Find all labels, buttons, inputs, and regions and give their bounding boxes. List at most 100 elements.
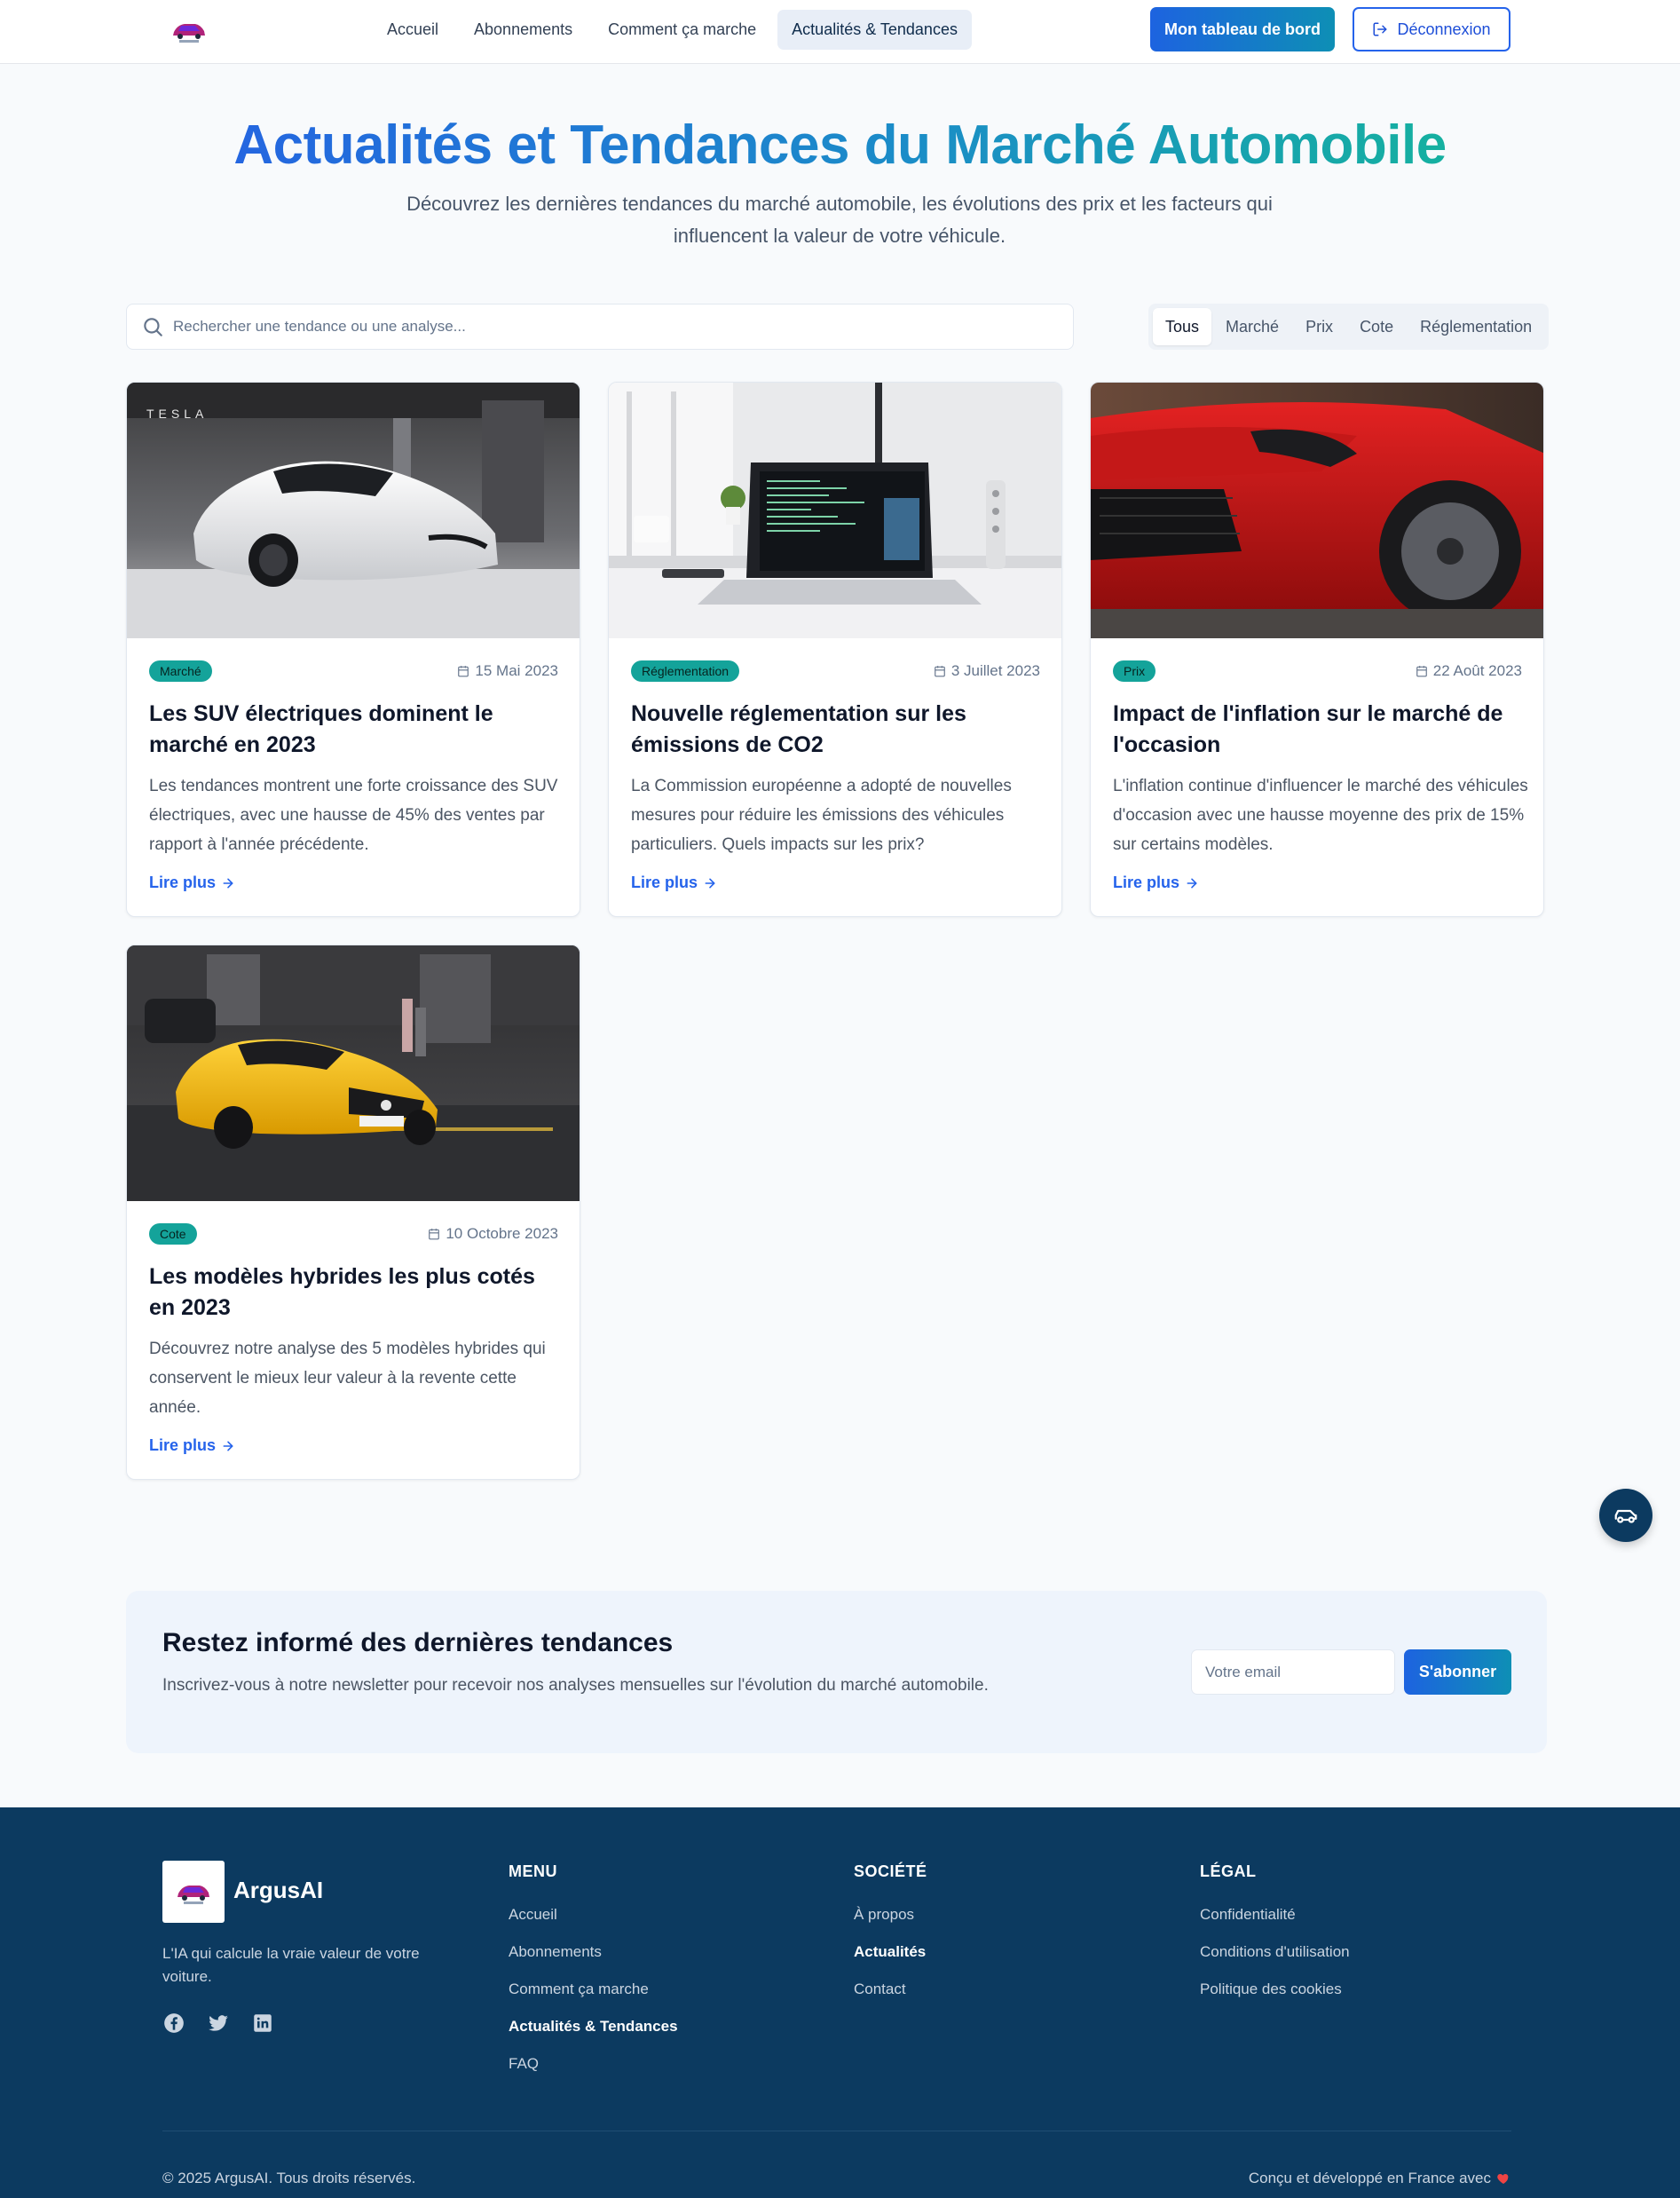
- footer-link-abonnements[interactable]: Abonnements: [509, 1943, 678, 1963]
- argusai-logo[interactable]: [169, 14, 209, 46]
- calendar-icon: [457, 665, 469, 677]
- article-date: 3 Juillet 2023: [934, 660, 1040, 682]
- dashboard-button[interactable]: Mon tableau de bord: [1150, 7, 1335, 51]
- top-navbar: Accueil Abonnements Comment ça marche Ac…: [0, 0, 1680, 64]
- nav-actualites-tendances[interactable]: Actualités & Tendances: [777, 10, 972, 50]
- article-date: 22 Août 2023: [1416, 660, 1522, 682]
- arrow-right-icon: [703, 876, 717, 890]
- footer-link-actualites-tendances[interactable]: Actualités & Tendances: [509, 2018, 678, 2037]
- read-more-label: Lire plus: [149, 874, 217, 891]
- filter-marche[interactable]: Marché: [1213, 308, 1291, 345]
- article-title[interactable]: Impact de l'inflation sur le marché de l…: [1113, 699, 1526, 761]
- footer-link-cookies[interactable]: Politique des cookies: [1200, 1981, 1350, 2000]
- footer: ArgusAI L'IA qui calcule la vraie valeur…: [0, 1807, 1680, 2198]
- twitter-icon[interactable]: [207, 2012, 230, 2035]
- article-excerpt: La Commission européenne a adopté de nou…: [631, 777, 1012, 854]
- made-in-text: Conçu et développé en France avec: [1248, 2170, 1491, 2186]
- footer-column-title: SOCIÉTÉ: [854, 1862, 927, 1880]
- search-box: [126, 304, 1074, 350]
- read-more-link[interactable]: Lire plus: [149, 1436, 235, 1455]
- newsletter-title: Restez informé des dernières tendances: [162, 1628, 674, 1657]
- category-badge: Réglementation: [631, 660, 740, 682]
- category-badge: Marché: [149, 660, 212, 682]
- article-date: 10 Octobre 2023: [428, 1223, 558, 1245]
- article-title[interactable]: Les modèles hybrides les plus cotés en 2…: [149, 1261, 562, 1324]
- nav-accueil[interactable]: Accueil: [373, 10, 453, 50]
- logout-icon: [1372, 21, 1388, 37]
- article-date-text: 3 Juillet 2023: [950, 662, 1040, 679]
- main-nav: Accueil Abonnements Comment ça marche Ac…: [373, 10, 972, 50]
- article-date: 15 Mai 2023: [457, 660, 558, 682]
- newsletter-email-input[interactable]: [1191, 1649, 1395, 1695]
- footer-legal-column: LÉGAL Confidentialité Conditions d'utili…: [1200, 1862, 1350, 2018]
- calendar-icon: [934, 665, 946, 677]
- yellow-sports-car-street-photo: [127, 945, 580, 1201]
- copyright-text: © 2025 ArgusAI. Tous droits réservés.: [162, 2170, 416, 2186]
- article-excerpt: Découvrez notre analyse des 5 modèles hy…: [149, 1340, 546, 1417]
- arrow-right-icon: [221, 876, 235, 890]
- article-excerpt: Les tendances montrent une forte croissa…: [149, 777, 558, 854]
- filter-cote[interactable]: Cote: [1347, 308, 1406, 345]
- article-card-suv[interactable]: TESLA Marché 15 Mai 2023 Les SUV électri…: [126, 382, 580, 917]
- footer-link-actualites[interactable]: Actualités: [854, 1943, 927, 1963]
- white-sports-car-photo: TESLA: [127, 383, 580, 638]
- footer-link-a-propos[interactable]: À propos: [854, 1906, 927, 1925]
- facebook-icon[interactable]: [162, 2012, 185, 2035]
- category-badge: Cote: [149, 1223, 197, 1245]
- page-title-text: Actualités et Tendances du Marché Automo…: [233, 115, 1447, 176]
- footer-link-accueil[interactable]: Accueil: [509, 1906, 678, 1925]
- page-subtitle: Découvrez les dernières tendances du mar…: [406, 193, 1273, 247]
- newsletter-section: Restez informé des dernières tendances I…: [126, 1591, 1547, 1753]
- logout-label: Déconnexion: [1397, 20, 1491, 38]
- search-icon: [141, 315, 164, 338]
- footer-link-confidentialite[interactable]: Confidentialité: [1200, 1906, 1350, 1925]
- filter-prix[interactable]: Prix: [1293, 308, 1345, 345]
- footer-link-faq[interactable]: FAQ: [509, 2055, 678, 2075]
- footer-brand: ArgusAI: [233, 1877, 324, 1903]
- linkedin-icon[interactable]: [251, 2012, 274, 2035]
- footer-link-comment-ca-marche[interactable]: Comment ça marche: [509, 1981, 678, 2000]
- read-more-label: Lire plus: [1113, 874, 1180, 891]
- footer-tagline: L'IA qui calcule la vraie valeur de votr…: [162, 1945, 420, 1985]
- car-assistant-button[interactable]: [1599, 1489, 1652, 1542]
- laptop-desk-photo: [609, 383, 1061, 638]
- filter-reglementation[interactable]: Réglementation: [1408, 308, 1544, 345]
- article-card-co2[interactable]: Réglementation 3 Juillet 2023 Nouvelle r…: [608, 382, 1062, 917]
- article-title[interactable]: Nouvelle réglementation sur les émission…: [631, 699, 1044, 761]
- footer-menu-column: MENU Accueil Abonnements Comment ça marc…: [509, 1862, 678, 2092]
- article-date-text: 10 Octobre 2023: [446, 1225, 558, 1242]
- subscribe-button[interactable]: S'abonner: [1404, 1649, 1511, 1695]
- read-more-label: Lire plus: [149, 1436, 217, 1454]
- heart-icon: [1496, 2171, 1510, 2186]
- footer-column-title: LÉGAL: [1200, 1862, 1257, 1880]
- category-filter-tabs: Tous Marché Prix Cote Réglementation: [1148, 304, 1550, 350]
- search-input[interactable]: [173, 318, 1025, 336]
- category-badge: Prix: [1113, 660, 1156, 682]
- arrow-right-icon: [221, 1439, 235, 1453]
- article-card-inflation[interactable]: Prix 22 Août 2023 Impact de l'inflation …: [1090, 382, 1544, 917]
- filter-tous[interactable]: Tous: [1153, 308, 1212, 345]
- article-date-text: 22 Août 2023: [1432, 662, 1522, 679]
- read-more-label: Lire plus: [631, 874, 698, 891]
- calendar-icon: [428, 1228, 440, 1240]
- nav-comment-ca-marche[interactable]: Comment ça marche: [594, 10, 770, 50]
- made-in-france: Conçu et développé en France avec: [1249, 2170, 1510, 2187]
- arrow-right-icon: [1185, 876, 1199, 890]
- page-title: Actualités et Tendances du Marché Automo…: [0, 114, 1680, 177]
- article-card-hybrides[interactable]: Cote 10 Octobre 2023 Les modèles hybride…: [126, 945, 580, 1480]
- red-car-front-photo: [1091, 383, 1543, 638]
- footer-link-conditions[interactable]: Conditions d'utilisation: [1200, 1943, 1350, 1963]
- article-title[interactable]: Les SUV électriques dominent le marché e…: [149, 699, 562, 761]
- read-more-link[interactable]: Lire plus: [149, 874, 235, 892]
- read-more-link[interactable]: Lire plus: [1113, 874, 1199, 892]
- footer-link-contact[interactable]: Contact: [854, 1981, 927, 2000]
- article-date-text: 15 Mai 2023: [475, 662, 558, 679]
- calendar-icon: [1416, 665, 1428, 677]
- newsletter-text: Inscrivez-vous à notre newsletter pour r…: [162, 1676, 989, 1695]
- footer-logo[interactable]: [162, 1861, 225, 1923]
- tesla-sign-text: TESLA: [146, 407, 208, 421]
- footer-societe-column: SOCIÉTÉ À propos Actualités Contact: [854, 1862, 927, 2018]
- nav-abonnements[interactable]: Abonnements: [460, 10, 587, 50]
- read-more-link[interactable]: Lire plus: [631, 874, 717, 892]
- logout-button[interactable]: Déconnexion: [1353, 7, 1510, 51]
